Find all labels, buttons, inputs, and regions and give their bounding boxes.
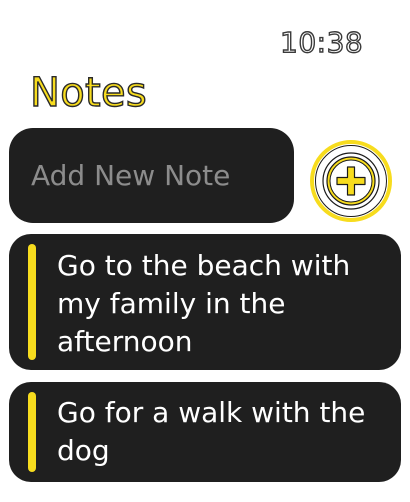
note-text: Go for a walk with the dog — [57, 396, 366, 467]
note-item[interactable]: Go for a walk with the dog — [9, 382, 401, 482]
notes-screen: 10:38 Notes Add New Note Go to the beach… — [0, 0, 410, 502]
add-note-field[interactable]: Add New Note — [9, 128, 294, 223]
note-item[interactable]: Go to the beach with my family in the af… — [9, 234, 401, 370]
clock-time: 10:38 — [279, 25, 364, 59]
page-title: Notes — [29, 69, 148, 116]
note-text: Go to the beach with my family in the af… — [57, 249, 351, 358]
add-note-button[interactable] — [310, 140, 392, 222]
plus-circle-icon — [322, 152, 380, 210]
note-accent-bar — [28, 244, 36, 360]
add-note-placeholder: Add New Note — [31, 158, 231, 192]
note-accent-bar — [28, 392, 36, 472]
